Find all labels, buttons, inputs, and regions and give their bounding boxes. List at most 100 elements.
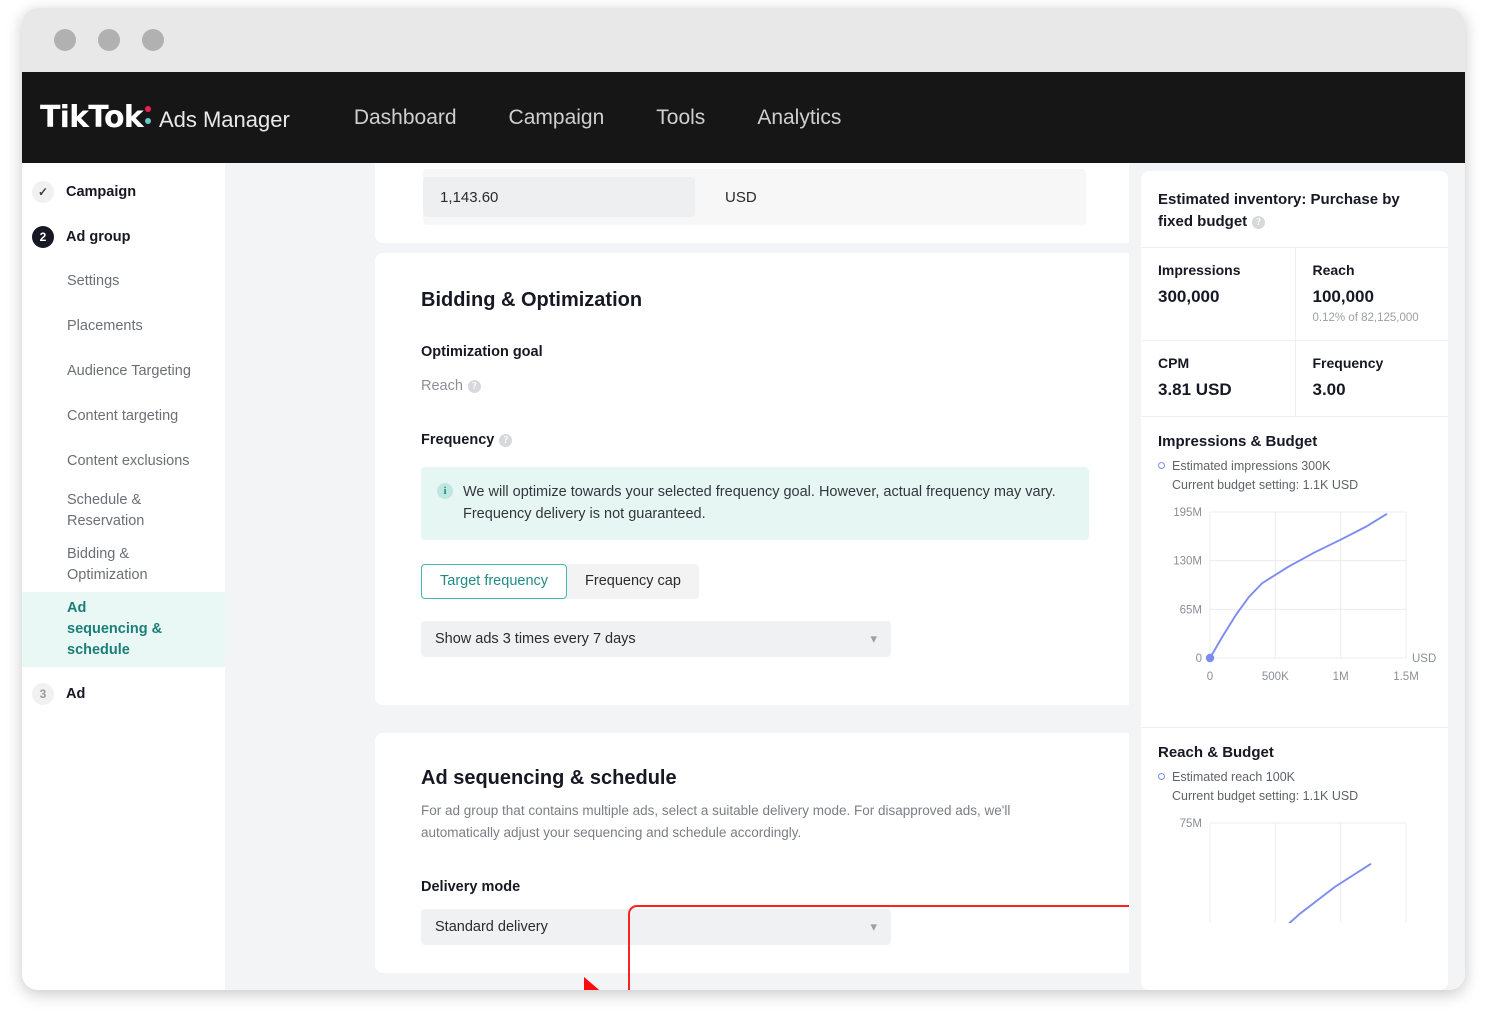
- sidebar: ✓ Campaign 2 Ad group Settings Placement…: [22, 163, 225, 990]
- nav-tools[interactable]: Tools: [656, 106, 705, 130]
- sidebar-step-ad[interactable]: 3 Ad: [22, 671, 225, 716]
- chevron-down-icon: ▾: [870, 630, 877, 646]
- nav-dashboard[interactable]: Dashboard: [354, 106, 457, 130]
- budget-row: 1,143.60 USD: [423, 169, 1086, 225]
- frequency-select-value: Show ads 3 times every 7 days: [435, 630, 636, 647]
- legend-label: Estimated reach 100K: [1172, 769, 1295, 784]
- svg-text:0: 0: [1207, 671, 1213, 683]
- chart-subtitle: Current budget setting: 1.1K USD: [1172, 788, 1359, 803]
- metric-impressions: Impressions 300,000: [1141, 248, 1295, 340]
- chart-title: Reach & Budget: [1158, 743, 1274, 761]
- chart-title: Impressions & Budget: [1158, 432, 1318, 450]
- svg-text:USD: USD: [1412, 653, 1436, 665]
- legend-marker-icon: [1158, 462, 1165, 469]
- help-icon[interactable]: ?: [467, 380, 481, 393]
- info-icon: i: [437, 483, 453, 499]
- metric-frequency: Frequency 3.00: [1294, 340, 1449, 416]
- app-body: ✓ Campaign 2 Ad group Settings Placement…: [22, 163, 1465, 990]
- svg-text:195M: 195M: [1173, 507, 1202, 519]
- metric-label: Reach: [1312, 261, 1355, 278]
- svg-text:65M: 65M: [1180, 604, 1202, 616]
- main-content: 1,143.60 USD Bidding & Optimization Opti…: [225, 163, 1129, 990]
- legend-label: Estimated impressions 300K: [1172, 458, 1331, 473]
- frequency-info-banner: i We will optimize towards your selected…: [421, 467, 1089, 540]
- svg-text:1.5M: 1.5M: [1393, 671, 1419, 683]
- metric-label: Frequency: [1312, 354, 1384, 371]
- chart-legend: Estimated reach 100K: [1158, 770, 1431, 784]
- optimization-goal-value: Reach: [421, 378, 463, 394]
- metric-cpm: CPM 3.81 USD: [1141, 341, 1295, 416]
- tiktok-colon-icon: [143, 101, 154, 127]
- chevron-down-icon: ▾: [870, 919, 877, 935]
- sequencing-card-title: Ad sequencing & schedule: [421, 767, 677, 789]
- estimated-inventory-text: Estimated inventory: Purchase by fixed b…: [1158, 191, 1400, 230]
- check-icon: ✓: [32, 180, 54, 203]
- reach-budget-chart-block: Reach & Budget Estimated reach 100K Curr…: [1141, 728, 1448, 983]
- svg-text:0: 0: [1196, 653, 1202, 665]
- frequency-label: Frequency: [421, 432, 495, 448]
- help-icon[interactable]: ?: [499, 434, 513, 447]
- sidebar-item-schedule-reservation[interactable]: Schedule & Reservation: [22, 484, 225, 538]
- optimization-goal-label: Optimization goal: [421, 344, 543, 360]
- svg-text:500K: 500K: [1262, 671, 1289, 683]
- frequency-mode-tabs: Target frequency Frequency cap: [421, 563, 1089, 599]
- metric-value: 300,000: [1158, 286, 1220, 306]
- metric-value: 100,000: [1312, 286, 1374, 306]
- sidebar-item-audience-targeting[interactable]: Audience Targeting: [22, 349, 225, 394]
- sidebar-item-content-targeting[interactable]: Content targeting: [22, 394, 225, 439]
- svg-text:1M: 1M: [1333, 671, 1349, 683]
- legend-marker-icon: [1158, 773, 1165, 780]
- window-titlebar: [22, 8, 1465, 72]
- metric-label: CPM: [1158, 354, 1190, 371]
- sidebar-step-campaign[interactable]: ✓ Campaign: [22, 169, 225, 214]
- bidding-optimization-card: Bidding & Optimization Optimization goal…: [375, 253, 1129, 705]
- estimated-inventory-title: Estimated inventory: Purchase by fixed b…: [1141, 171, 1448, 248]
- sidebar-item-settings[interactable]: Settings: [22, 259, 225, 304]
- sidebar-item-bidding-optimization[interactable]: Bidding & Optimization: [22, 538, 225, 592]
- chart-legend: Estimated impressions 300K: [1158, 459, 1431, 473]
- sidebar-item-content-exclusions[interactable]: Content exclusions: [22, 439, 225, 484]
- impressions-budget-chart-block: Impressions & Budget Estimated impressio…: [1141, 417, 1448, 705]
- delivery-mode-select[interactable]: Standard delivery ▾: [421, 909, 891, 946]
- budget-amount-input[interactable]: 1,143.60: [423, 177, 695, 217]
- annotation-arrow-icon: [584, 977, 600, 990]
- svg-text:75M: 75M: [1180, 818, 1202, 830]
- sequencing-description: For ad group that contains multiple ads,…: [421, 803, 1011, 840]
- sidebar-step-label: Ad group: [66, 228, 131, 245]
- frequency-banner-text: We will optimize towards your selected f…: [463, 484, 1056, 523]
- step-number-badge: 2: [32, 225, 54, 248]
- nav-campaign[interactable]: Campaign: [509, 106, 605, 130]
- chart-subtitle: Current budget setting: 1.1K USD: [1172, 477, 1359, 492]
- tab-frequency-cap[interactable]: Frequency cap: [567, 563, 699, 599]
- step-number-badge: 3: [32, 682, 54, 705]
- frequency-select[interactable]: Show ads 3 times every 7 days ▾: [421, 620, 891, 657]
- sidebar-item-placements[interactable]: Placements: [22, 304, 225, 349]
- tiktok-wordmark: TikTok: [40, 100, 144, 135]
- help-icon[interactable]: ?: [1252, 215, 1266, 229]
- sidebar-step-label: Ad: [66, 685, 86, 702]
- impressions-budget-chart: 0 65M 130M 195M 0 500K 1M 1.5M USD: [1158, 502, 1436, 705]
- window-close-button[interactable]: [54, 29, 76, 51]
- metric-subtext: 0.12% of 82,125,000: [1312, 311, 1419, 324]
- tiktok-ads-manager-logo[interactable]: TikTok Ads Manager: [40, 100, 290, 135]
- svg-text:130M: 130M: [1173, 555, 1202, 567]
- metric-value: 3.81 USD: [1158, 379, 1232, 399]
- sidebar-item-ad-sequencing-schedule[interactable]: Ad sequencing & schedule: [22, 592, 225, 668]
- bidding-card-title: Bidding & Optimization: [421, 289, 643, 311]
- budget-currency-label: USD: [725, 188, 757, 206]
- sidebar-step-ad-group[interactable]: 2 Ad group: [22, 214, 225, 259]
- metrics-row-1: Impressions 300,000 Reach 100,000 0.12% …: [1141, 247, 1448, 341]
- sidebar-step-label: Campaign: [66, 183, 137, 200]
- nav-analytics[interactable]: Analytics: [757, 106, 841, 130]
- reach-budget-chart: 50M75M: [1158, 813, 1431, 983]
- window-maximize-button[interactable]: [142, 29, 164, 51]
- metrics-row-2: CPM 3.81 USD Frequency 3.00: [1141, 340, 1449, 417]
- estimates-rail: Estimated inventory: Purchase by fixed b…: [1129, 163, 1465, 990]
- ad-sequencing-schedule-card: Ad sequencing & schedule For ad group th…: [375, 733, 1129, 973]
- ads-manager-label: Ads Manager: [158, 107, 290, 132]
- app-navigation-bar: TikTok Ads Manager Dashboard Campaign To…: [22, 72, 1465, 163]
- budget-card: 1,143.60 USD: [375, 163, 1129, 243]
- browser-window: TikTok Ads Manager Dashboard Campaign To…: [22, 8, 1465, 990]
- tab-target-frequency[interactable]: Target frequency: [421, 563, 568, 599]
- window-minimize-button[interactable]: [98, 29, 120, 51]
